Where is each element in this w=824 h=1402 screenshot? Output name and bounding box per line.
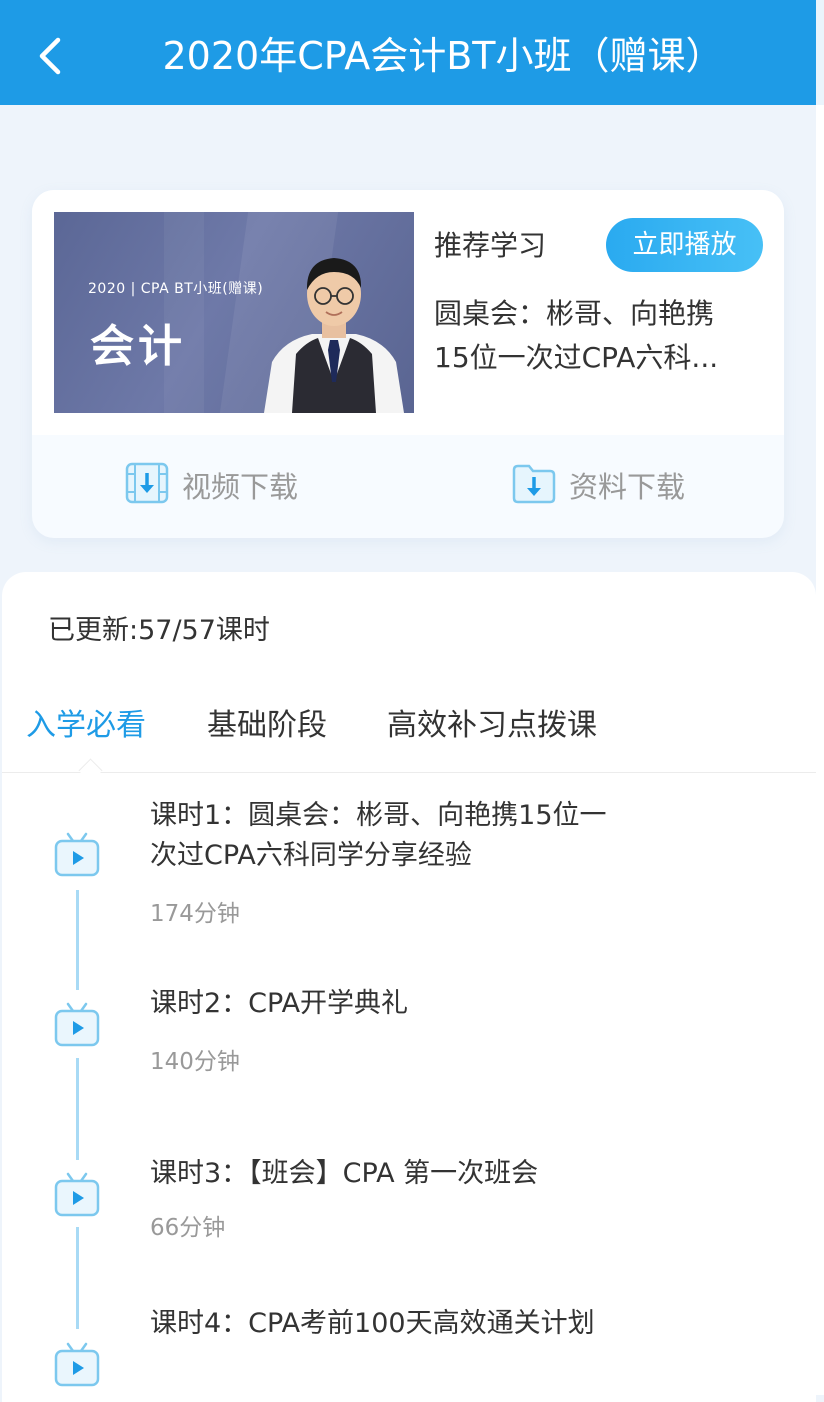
course-thumbnail[interactable]: 2020 | CPA BT小班(赠课) 会计 [54, 212, 414, 413]
thumbnail-title: 会计 [90, 321, 186, 372]
lesson-duration: 174分钟 [150, 901, 240, 927]
page-title: 2020年CPA会计BT小班（赠课） [162, 34, 724, 78]
lesson-title: 课时3：【班会】CPA 第一次班会 [150, 1154, 670, 1194]
lesson-title-line: 课时3：【班会】CPA 第一次班会 [150, 1158, 539, 1189]
lesson-duration: 66分钟 [150, 1215, 226, 1241]
thumbnail-subtitle: 2020 | CPA BT小班(赠课) [88, 281, 264, 297]
screen-edge-top [816, 0, 824, 105]
lesson-item[interactable]: 课时4：CPA考前100天高效通关计划 [2, 1302, 816, 1402]
video-download-label: 视频下载 [182, 470, 299, 504]
recommended-lesson-line: 15位一次过CPA六科... [434, 341, 719, 374]
lesson-title-line: 课时2：CPA开学典礼 [150, 988, 409, 1019]
tab-enrollment-must-see[interactable]: 入学必看 [26, 700, 146, 744]
teacher-portrait [264, 258, 404, 413]
recommended-lesson-title[interactable]: 圆桌会：彬哥、向艳携 15位一次过CPA六科... [434, 292, 764, 380]
lesson-title-line: 课时1：圆桌会：彬哥、向艳携15位一 [150, 800, 607, 831]
lessons-panel: 已更新:57/57课时 入学必看 基础阶段 高效补习点拨课 课时1：圆桌会：彬哥… [2, 572, 816, 1402]
lesson-item[interactable]: 课时3：【班会】CPA 第一次班会 66分钟 [2, 1152, 816, 1262]
lesson-title-line: 次过CPA六科同学分享经验 [150, 840, 472, 871]
recommend-label: 推荐学习 [434, 229, 547, 262]
tv-play-icon [54, 1172, 100, 1218]
tab-foundation-stage[interactable]: 基础阶段 [207, 700, 327, 744]
folder-download-icon [511, 460, 557, 510]
lesson-duration: 140分钟 [150, 1049, 240, 1075]
play-now-button[interactable]: 立即播放 [606, 218, 763, 272]
doc-download-button[interactable]: 资料下载 [511, 460, 685, 510]
recommended-lesson-line: 圆桌会：彬哥、向艳携 [434, 297, 715, 330]
doc-download-label: 资料下载 [569, 470, 686, 504]
screen-edge [816, 0, 824, 1395]
lesson-item[interactable]: 课时2：CPA开学典礼 140分钟 [2, 982, 816, 1092]
update-status: 已更新:57/57课时 [48, 615, 270, 646]
stage-tabs: 入学必看 基础阶段 高效补习点拨课 [2, 672, 816, 773]
video-download-icon [124, 460, 170, 510]
tab-efficient-tutoring[interactable]: 高效补习点拨课 [387, 700, 597, 744]
video-download-button[interactable]: 视频下载 [124, 460, 298, 510]
tv-play-icon [54, 1002, 100, 1048]
course-card: 2020 | CPA BT小班(赠课) 会计 推荐学习 立即播放 圆桌会：彬哥、… [32, 190, 784, 538]
chevron-left-icon [30, 30, 74, 82]
lesson-title-line: 课时4：CPA考前100天高效通关计划 [150, 1308, 595, 1339]
tv-play-icon [54, 1342, 100, 1388]
lesson-title: 课时4：CPA考前100天高效通关计划 [150, 1304, 670, 1344]
lesson-item[interactable]: 课时1：圆桌会：彬哥、向艳携15位一 次过CPA六科同学分享经验 174分钟 [2, 794, 816, 944]
recommend-section: 2020 | CPA BT小班(赠课) 会计 推荐学习 立即播放 圆桌会：彬哥、… [32, 190, 784, 435]
tv-play-icon [54, 832, 100, 878]
top-bar: 2020年CPA会计BT小班（赠课） [0, 0, 816, 105]
back-button[interactable] [30, 30, 74, 82]
lesson-title: 课时1：圆桌会：彬哥、向艳携15位一 次过CPA六科同学分享经验 [150, 796, 670, 876]
lesson-title: 课时2：CPA开学典礼 [150, 984, 670, 1024]
